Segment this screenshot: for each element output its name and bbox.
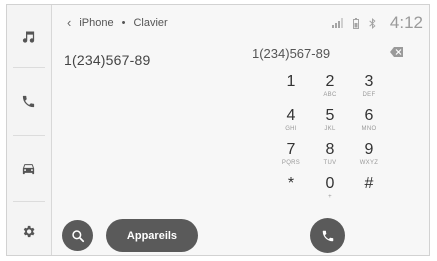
phone-icon	[322, 230, 333, 241]
backspace-icon[interactable]	[390, 47, 403, 57]
breadcrumb: ‹ iPhone • Clavier	[67, 15, 168, 30]
sidebar-item-settings[interactable]	[16, 219, 40, 243]
key-hash[interactable]: #	[349, 175, 389, 209]
devices-button[interactable]: Appareils	[106, 219, 198, 252]
sidebar-divider	[13, 201, 45, 202]
sidebar-item-phone[interactable]	[16, 89, 40, 113]
breadcrumb-screen: Clavier	[133, 16, 168, 29]
key-4[interactable]: 4 GHI	[271, 107, 311, 141]
gear-icon	[23, 225, 34, 237]
status-bar: 4:12	[331, 13, 423, 33]
search-icon	[71, 229, 84, 242]
phone-icon	[22, 95, 34, 107]
phone-screen: ‹ iPhone • Clavier 1(234)567-89 4:12 1(2…	[6, 4, 430, 256]
entered-number: 1(234)567-89	[64, 52, 151, 68]
sidebar-item-music[interactable]	[16, 24, 40, 48]
call-button[interactable]	[310, 218, 345, 253]
key-0[interactable]: 0 +	[310, 175, 350, 209]
car-icon	[22, 163, 34, 174]
search-button[interactable]	[62, 220, 93, 251]
key-5[interactable]: 5 JKL	[310, 107, 350, 141]
signal-icon	[331, 18, 343, 28]
breadcrumb-source[interactable]: iPhone	[79, 17, 113, 29]
key-1[interactable]: 1	[271, 73, 311, 107]
sidebar-divider	[13, 67, 45, 68]
key-star[interactable]: *	[271, 175, 311, 209]
sidebar-item-vehicle[interactable]	[16, 156, 40, 180]
key-3[interactable]: 3 DEF	[349, 73, 389, 107]
dial-display: 1(234)567-89	[252, 46, 331, 61]
key-7[interactable]: 7 PQRS	[271, 141, 311, 175]
clock: 4:12	[389, 13, 423, 32]
sidebar	[7, 5, 52, 255]
bluetooth-icon	[369, 17, 376, 29]
back-chevron-icon[interactable]: ‹	[67, 15, 71, 30]
key-8[interactable]: 8 TUV	[310, 141, 350, 175]
key-2[interactable]: 2 ABC	[310, 73, 350, 107]
battery-icon	[352, 17, 359, 29]
music-note-icon	[22, 31, 34, 43]
sidebar-divider	[13, 135, 45, 136]
key-6[interactable]: 6 MNO	[349, 107, 389, 141]
key-9[interactable]: 9 WXYZ	[349, 141, 389, 175]
breadcrumb-separator: •	[121, 16, 126, 29]
